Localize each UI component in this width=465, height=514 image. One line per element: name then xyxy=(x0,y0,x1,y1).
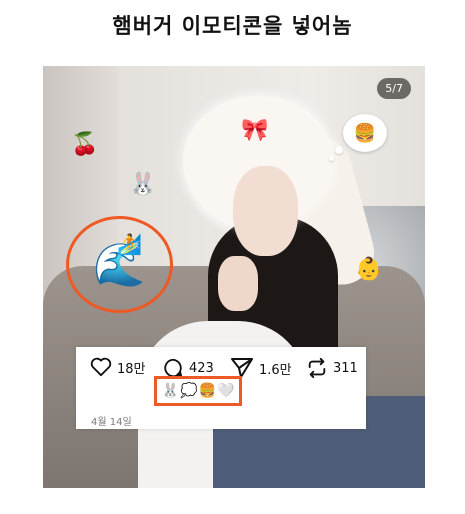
baby-icon: 👶 xyxy=(355,257,383,282)
comment-count: 423 xyxy=(189,360,214,376)
hand xyxy=(218,256,258,311)
face xyxy=(233,166,298,256)
thought-bubble-icon: 💭 xyxy=(180,383,198,399)
like-count: 18만 xyxy=(117,361,146,377)
post-date: 4월 14일 xyxy=(91,417,132,428)
repost-icon[interactable] xyxy=(306,357,328,379)
bow-icon: 🎀 xyxy=(241,118,269,143)
rabbit-icon: 🐰 xyxy=(129,172,157,197)
rabbit-icon: 🐰 xyxy=(161,383,180,399)
hamburger-icon: 🍔 xyxy=(353,122,377,144)
share-count: 1.6만 xyxy=(259,362,292,378)
heart-icon[interactable] xyxy=(90,357,112,377)
hamburger-icon: 🍔 xyxy=(198,383,216,399)
cherries-icon: 🍒 xyxy=(71,132,99,157)
repost-stat[interactable]: 311 xyxy=(306,357,358,379)
white-heart-icon: 🤍 xyxy=(216,383,235,399)
emoji-reaction-row: 🐰 💭 🍔 🤍 xyxy=(154,376,242,406)
post-action-card: 18만 423 1.6만 311 🐰 💭 🍔 🤍 4월 14일 xyxy=(76,347,366,429)
bubble-dot xyxy=(329,156,334,161)
caption-title: 햄버거 이모티콘을 넣어놈 xyxy=(112,14,353,38)
like-stat[interactable]: 18만 xyxy=(90,357,146,377)
thought-bubble: 🍔 xyxy=(343,114,387,152)
page-counter: 5/7 xyxy=(377,78,411,99)
bubble-dot xyxy=(335,146,343,154)
highlight-circle xyxy=(66,216,173,313)
repost-count: 311 xyxy=(333,360,358,376)
